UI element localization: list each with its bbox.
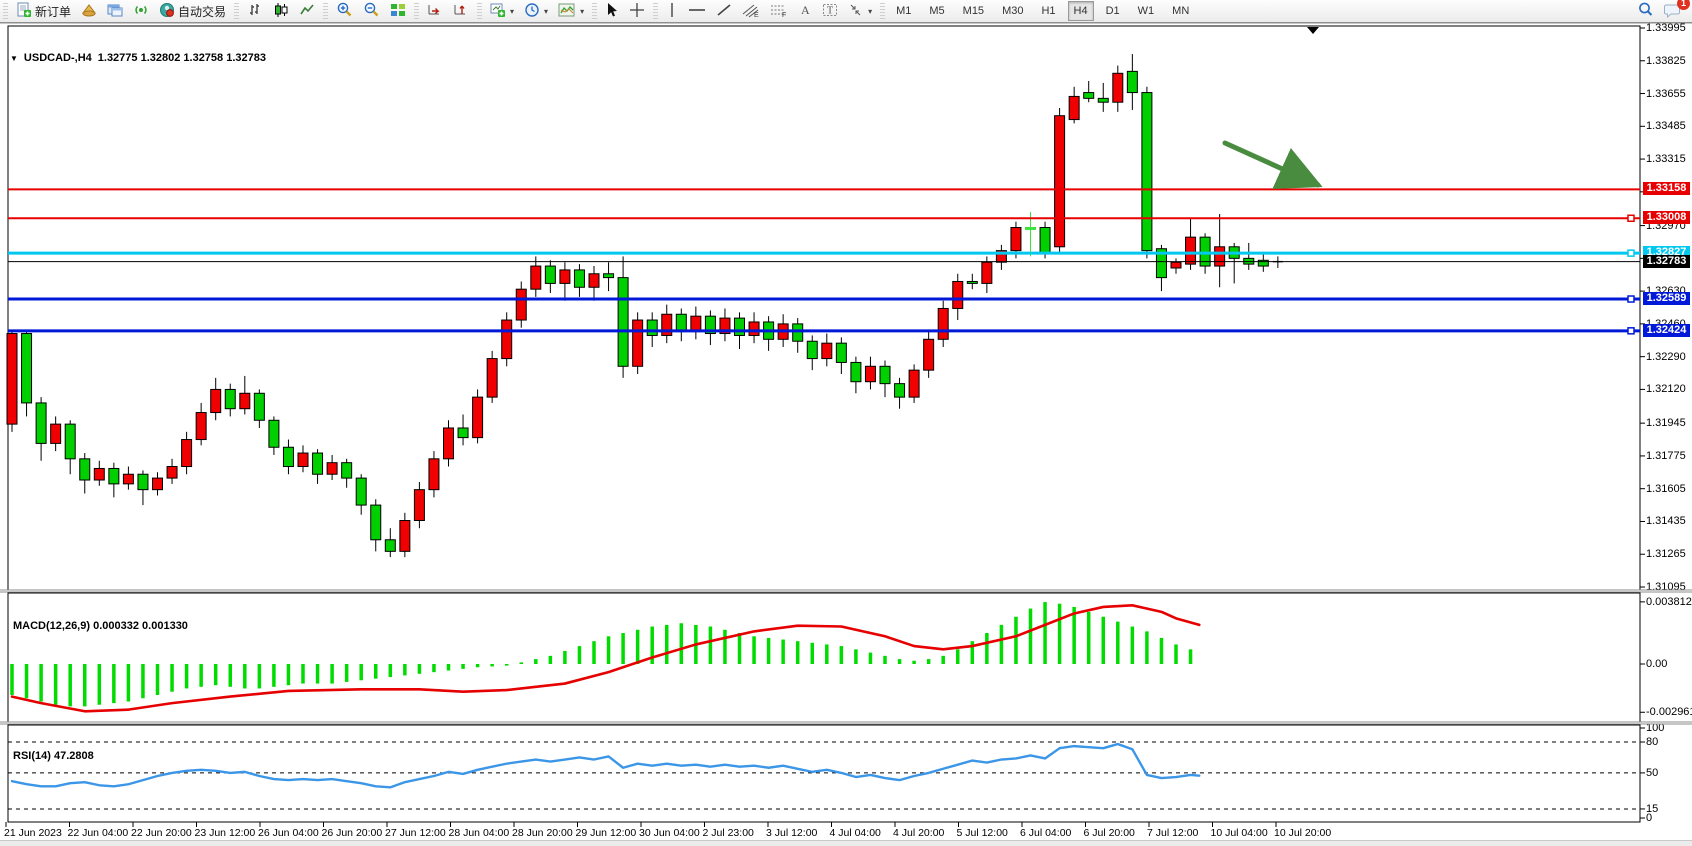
chart-canvas[interactable] — [0, 0, 1692, 846]
macd-signal-line — [12, 605, 1199, 711]
hline-price-label: 1.33008 — [1643, 211, 1690, 224]
mt4-terminal: 新订单 自动交易 — [0, 0, 1692, 846]
candlesticks — [7, 54, 1283, 557]
hline-price-label: 1.33158 — [1643, 182, 1690, 195]
rsi-line — [12, 744, 1199, 787]
arrow-annotation[interactable] — [1225, 143, 1318, 185]
chart-shift-marker[interactable] — [1307, 27, 1319, 34]
hline-price-label: 1.32424 — [1643, 324, 1690, 337]
bid-price-label: 1.32783 — [1643, 255, 1690, 268]
hline-price-label: 1.32589 — [1643, 292, 1690, 305]
main-pane-border — [8, 26, 1640, 590]
